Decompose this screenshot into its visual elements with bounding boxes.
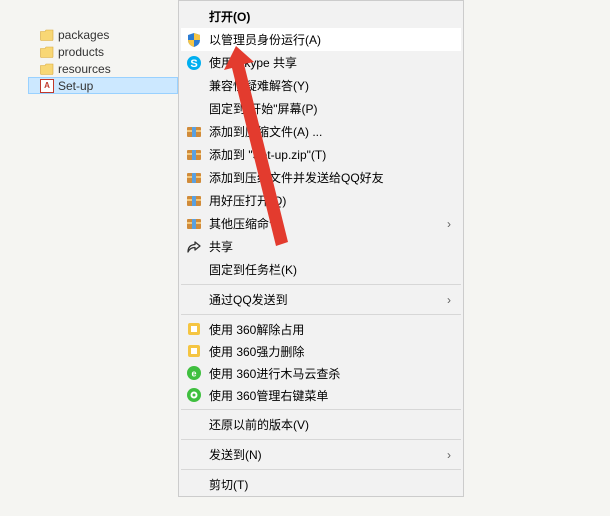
- menu-run-as-admin[interactable]: 以管理员身份运行(A): [181, 28, 461, 51]
- menu-add-archive[interactable]: 添加到压缩文件(A) ...: [181, 120, 461, 143]
- tree-label: packages: [58, 28, 109, 42]
- tree-item-products[interactable]: products: [28, 43, 178, 60]
- tree-item-packages[interactable]: packages: [28, 26, 178, 43]
- menu-qq-send-to[interactable]: 通过QQ发送到 ›: [181, 288, 461, 311]
- chevron-right-icon: ›: [441, 217, 457, 231]
- folder-icon: [40, 63, 54, 75]
- menu-separator: [181, 314, 461, 315]
- tree-label: products: [58, 45, 104, 59]
- archive-icon: [185, 169, 203, 187]
- menu-restore-previous[interactable]: 还原以前的版本(V): [181, 413, 461, 436]
- 360-yellow-icon: [185, 320, 203, 338]
- blank-icon: [185, 8, 203, 26]
- 360-yellow-icon: [185, 342, 203, 360]
- menu-compatibility[interactable]: 兼容性疑难解答(Y): [181, 74, 461, 97]
- menu-separator: [181, 439, 461, 440]
- svg-text:S: S: [190, 58, 197, 70]
- tree-label: Set-up: [58, 79, 93, 93]
- menu-360-trojan-scan[interactable]: e 使用 360进行木马云查杀: [181, 362, 461, 384]
- 360-green-icon: [185, 386, 203, 404]
- menu-open[interactable]: 打开(O): [181, 5, 461, 28]
- context-menu: 打开(O) 以管理员身份运行(A) S 使用 Skype 共享 兼容性疑难解答(…: [178, 0, 464, 497]
- menu-haozip-open[interactable]: 用好压打开(Q): [181, 189, 461, 212]
- menu-send-to[interactable]: 发送到(N) ›: [181, 443, 461, 466]
- menu-separator: [181, 284, 461, 285]
- 360-green-e-icon: e: [185, 364, 203, 382]
- tree-item-resources[interactable]: resources: [28, 60, 178, 77]
- menu-pin-start[interactable]: 固定到"开始"屏幕(P): [181, 97, 461, 120]
- menu-separator: [181, 469, 461, 470]
- menu-360-force-delete[interactable]: 使用 360强力删除: [181, 340, 461, 362]
- menu-cut[interactable]: 剪切(T): [181, 473, 461, 496]
- tree-label: resources: [58, 62, 111, 76]
- folder-icon: [40, 29, 54, 41]
- skype-icon: S: [185, 54, 203, 72]
- archive-icon: [185, 146, 203, 164]
- menu-archive-send-qq[interactable]: 添加到压缩文件并发送给QQ好友: [181, 166, 461, 189]
- tree-item-setup[interactable]: A Set-up: [28, 77, 178, 94]
- archive-icon: [185, 123, 203, 141]
- archive-icon: [185, 215, 203, 233]
- chevron-right-icon: ›: [441, 448, 457, 462]
- shield-icon: [185, 31, 203, 49]
- archive-icon: [185, 192, 203, 210]
- menu-separator: [181, 409, 461, 410]
- svg-text:e: e: [191, 369, 196, 379]
- menu-360-unlock[interactable]: 使用 360解除占用: [181, 318, 461, 340]
- menu-other-archive[interactable]: 其他压缩命令 ›: [181, 212, 461, 235]
- menu-360-manage-context[interactable]: 使用 360管理右键菜单: [181, 384, 461, 406]
- chevron-right-icon: ›: [441, 293, 457, 307]
- menu-pin-taskbar[interactable]: 固定到任务栏(K): [181, 258, 461, 281]
- menu-share[interactable]: 共享: [181, 235, 461, 258]
- share-icon: [185, 238, 203, 256]
- file-tree: packages products resources A Set-up: [28, 26, 178, 94]
- menu-skype-share[interactable]: S 使用 Skype 共享: [181, 51, 461, 74]
- folder-icon: [40, 46, 54, 58]
- adobe-setup-icon: A: [40, 79, 54, 93]
- menu-add-zip[interactable]: 添加到 "Set-up.zip"(T): [181, 143, 461, 166]
